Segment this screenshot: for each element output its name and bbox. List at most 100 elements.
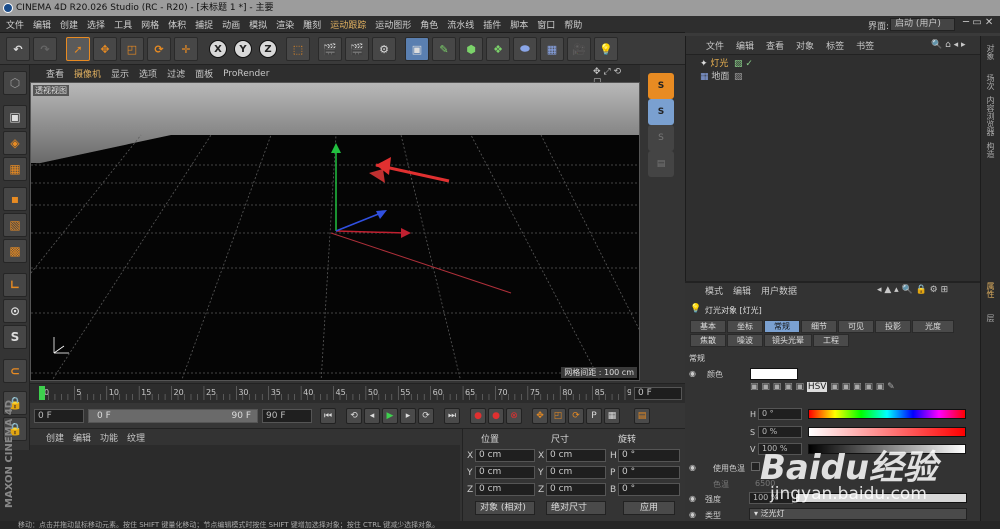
color-swatch[interactable]	[750, 368, 798, 380]
x-axis-lock-button[interactable]: X	[206, 37, 230, 61]
menu-script[interactable]: 脚本	[510, 18, 528, 31]
timeline-playhead[interactable]	[39, 386, 45, 400]
tab-coord[interactable]: 坐标	[727, 320, 763, 333]
render-view-button[interactable]: 🎬	[318, 37, 342, 61]
model-mode-button[interactable]: ▣	[3, 105, 27, 129]
record-keys-button[interactable]: ●	[470, 408, 486, 424]
tab-caustics[interactable]: 焦散	[690, 334, 726, 347]
autokey-button[interactable]: ●	[488, 408, 504, 424]
attr-nav-icons[interactable]: ◂ ▲ ▴ 🔍 🔒 ⚙ ⊞	[877, 285, 948, 295]
use-temperature-checkbox[interactable]	[751, 462, 760, 471]
redo-button[interactable]: ↷	[33, 37, 57, 61]
side-tab-layers[interactable]: 层	[985, 314, 996, 322]
menu-volume[interactable]: 体积	[168, 18, 186, 31]
menu-plugins[interactable]: 插件	[483, 18, 501, 31]
hue-field[interactable]: 0 °	[758, 408, 802, 420]
pos-z-field[interactable]: 0 cm	[475, 483, 535, 496]
axis-mode-button[interactable]: ∟	[3, 273, 27, 297]
scale-tool-button[interactable]: ◰	[120, 37, 144, 61]
size-y-field[interactable]: 0 cm	[546, 466, 606, 479]
polygons-mode-button[interactable]: ▩	[3, 239, 27, 263]
object-manager-nav-icons[interactable]: 🔍 ⌂ ◂ ▸	[931, 40, 966, 50]
menu-mograph[interactable]: 运动图形	[375, 18, 411, 31]
material-menu-create[interactable]: 创建	[46, 431, 64, 444]
light-type-select[interactable]: ▾ 泛光灯	[749, 508, 967, 520]
light-visibility-icons[interactable]: ▨ ✓	[734, 58, 753, 70]
render-picture-viewer-button[interactable]: 🎬	[345, 37, 369, 61]
coordinate-mode-select[interactable]: 对象 (相对)	[475, 501, 535, 515]
light-button[interactable]: 💡	[594, 37, 618, 61]
tab-shadow[interactable]: 投影	[875, 320, 911, 333]
next-frame-button[interactable]: ▸	[400, 408, 416, 424]
apply-button[interactable]: 应用	[623, 501, 675, 515]
menu-render[interactable]: 渲染	[276, 18, 294, 31]
camera-button[interactable]: 🎥	[567, 37, 591, 61]
rot-p-field[interactable]: 0 °	[618, 466, 680, 479]
edges-mode-button[interactable]: ▧	[3, 213, 27, 237]
pla-key-button[interactable]: ▦	[604, 408, 620, 424]
tab-general[interactable]: 常规	[764, 320, 800, 333]
tweak-mode-button[interactable]: ⊙	[3, 299, 27, 323]
tab-lens-glow[interactable]: 镜头光晕	[764, 334, 812, 347]
object-menu-edit[interactable]: 编辑	[736, 39, 754, 52]
menu-animate[interactable]: 动画	[222, 18, 240, 31]
render-settings-button[interactable]: ⚙	[372, 37, 396, 61]
object-menu-file[interactable]: 文件	[706, 39, 724, 52]
size-z-field[interactable]: 0 cm	[546, 483, 606, 496]
rotation-key-button[interactable]: ⟳	[568, 408, 584, 424]
viewport-menu-cameras[interactable]: 摄像机	[74, 67, 101, 80]
texture-mode-button[interactable]: ◈	[3, 131, 27, 155]
menu-tools[interactable]: 工具	[114, 18, 132, 31]
material-menu-edit[interactable]: 编辑	[73, 431, 91, 444]
intensity-anim-dot[interactable]: ◉	[689, 494, 696, 503]
attr-menu-mode[interactable]: 模式	[705, 284, 723, 297]
start-frame-field[interactable]: 0 F	[34, 409, 84, 423]
previous-key-button[interactable]: ⟲	[346, 408, 362, 424]
tab-basic[interactable]: 基本	[690, 320, 726, 333]
viewport-menu-prorender[interactable]: ProRender	[223, 69, 269, 79]
rotate-tool-button[interactable]: ⟳	[147, 37, 171, 61]
current-frame-field[interactable]: 0 F	[634, 387, 682, 400]
menu-sculpt[interactable]: 雕刻	[303, 18, 321, 31]
snap-button[interactable]: S	[3, 325, 27, 349]
parameter-key-button[interactable]: P	[586, 408, 602, 424]
pos-x-field[interactable]: 0 cm	[475, 449, 535, 462]
tab-project[interactable]: 工程	[813, 334, 849, 347]
floor-button[interactable]: ▦	[540, 37, 564, 61]
subdivision-button[interactable]: ⬢	[459, 37, 483, 61]
attr-menu-edit[interactable]: 编辑	[733, 284, 751, 297]
viewport-menu-options[interactable]: 选项	[139, 67, 157, 80]
material-menu-function[interactable]: 功能	[100, 431, 118, 444]
viewport-menu-view[interactable]: 查看	[46, 67, 64, 80]
move-tool-button[interactable]: ✥	[93, 37, 117, 61]
viewport-menu-display[interactable]: 显示	[111, 67, 129, 80]
make-editable-button[interactable]: ⬡	[3, 71, 27, 95]
saturation-field[interactable]: 0 %	[758, 426, 802, 438]
use-temp-anim-dot[interactable]: ◉	[689, 463, 696, 472]
layout-select[interactable]: 启动 (用户)	[890, 18, 955, 31]
previous-frame-button[interactable]: ◂	[364, 408, 380, 424]
coordinate-system-button[interactable]: ⬚	[286, 37, 310, 61]
y-axis-lock-button[interactable]: Y	[231, 37, 255, 61]
size-mode-select[interactable]: 绝对尺寸	[546, 501, 606, 515]
tab-noise[interactable]: 噪波	[727, 334, 763, 347]
menu-select[interactable]: 选择	[87, 18, 105, 31]
go-to-start-button[interactable]: ⏮	[320, 408, 336, 424]
window-controls[interactable]: ─ ▭ ✕	[963, 17, 993, 28]
attr-menu-userdata[interactable]: 用户数据	[761, 284, 797, 297]
tab-details[interactable]: 细节	[801, 320, 837, 333]
type-anim-dot[interactable]: ◉	[689, 510, 696, 519]
play-button[interactable]: ▶	[382, 408, 398, 424]
menu-motion-tracker[interactable]: 运动跟踪	[330, 18, 366, 31]
frame-range-slider[interactable]: 0 F 90 F	[88, 409, 258, 423]
side-tab-content-browser[interactable]: 内容浏览器	[985, 96, 996, 136]
magnet-button[interactable]: ⊂	[3, 359, 27, 383]
points-mode-button[interactable]: ▪	[3, 187, 27, 211]
go-to-end-button[interactable]: ⏭	[444, 408, 460, 424]
floor-visibility-icons[interactable]: ▨	[734, 71, 743, 83]
menu-simulate[interactable]: 模拟	[249, 18, 267, 31]
workplane-icon[interactable]: ▤	[648, 151, 674, 177]
menu-window[interactable]: 窗口	[537, 18, 555, 31]
side-tab-takes[interactable]: 场次	[985, 74, 996, 90]
snap-settings-icon[interactable]: S	[648, 99, 674, 125]
